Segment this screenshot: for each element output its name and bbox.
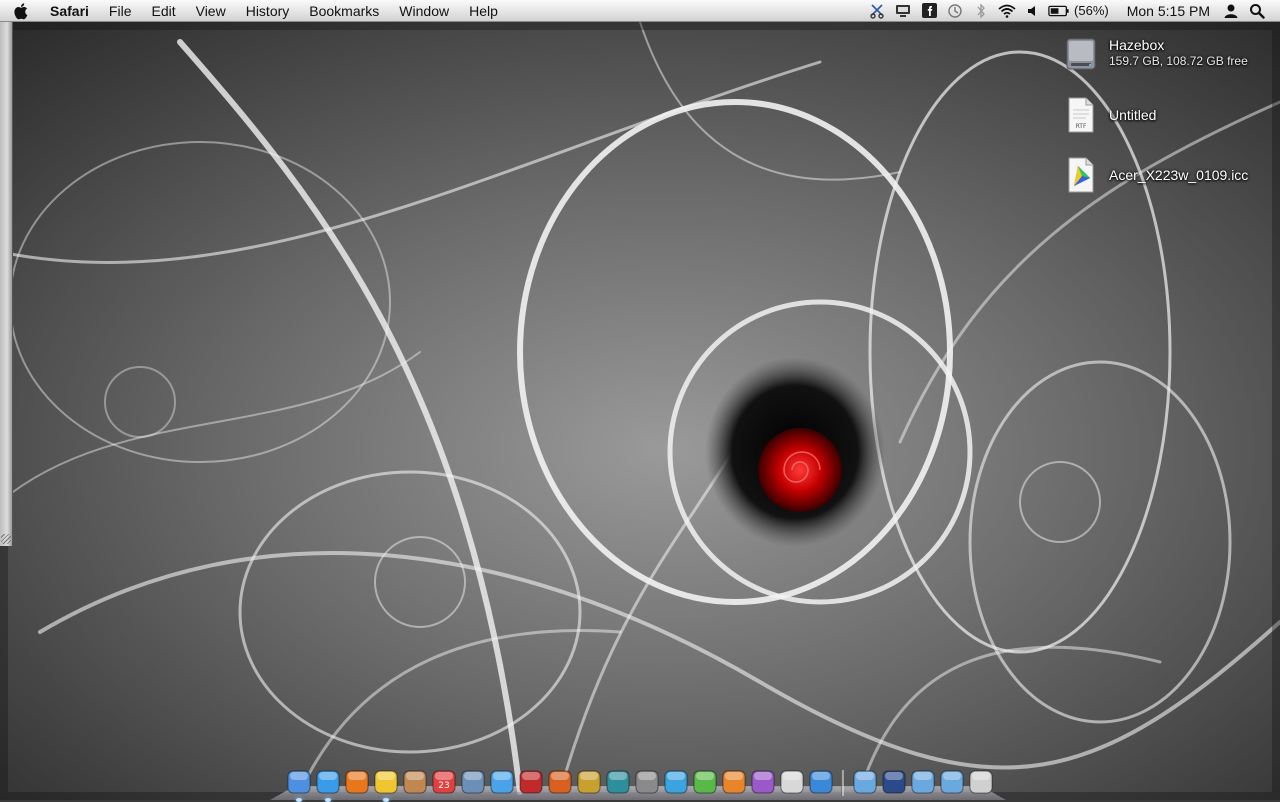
dock-items: 23 <box>284 764 996 802</box>
bluetooth-icon[interactable] <box>970 0 992 22</box>
menu-file[interactable]: File <box>99 0 142 22</box>
display-icon[interactable] <box>892 0 914 22</box>
running-indicator <box>324 798 331 802</box>
installer-icon <box>809 770 832 793</box>
finder-icon <box>287 770 310 793</box>
photo-booth-icon <box>548 770 571 793</box>
battery-level <box>1050 7 1059 14</box>
address-book-icon <box>403 770 426 793</box>
spotlight-search-icon[interactable] <box>1246 0 1268 22</box>
word-icon <box>664 770 687 793</box>
battery-icon[interactable] <box>1048 0 1070 22</box>
desktop-item-untitled[interactable]: RTF Untitled <box>1066 96 1156 134</box>
desktop-item-label[interactable]: Untitled <box>1109 106 1156 124</box>
desktop-item-icc-profile[interactable]: Acer_X223w_0109.icc <box>1066 156 1248 194</box>
rtf-badge: RTF <box>1076 123 1087 130</box>
menu-bookmarks[interactable]: Bookmarks <box>299 0 389 22</box>
dock-app-adium[interactable] <box>371 767 400 802</box>
dock-app-dashboard[interactable] <box>574 767 603 796</box>
background-window-edge[interactable] <box>0 22 13 546</box>
dock-app-entourage[interactable] <box>748 767 777 796</box>
menu-help[interactable]: Help <box>459 0 508 22</box>
facebook-icon[interactable] <box>918 0 940 22</box>
menu-view[interactable]: View <box>186 0 236 22</box>
running-indicator <box>295 798 302 802</box>
menu-bar: Safari File Edit View History Bookmarks … <box>0 0 1280 22</box>
screen-icon <box>882 770 905 793</box>
dock-stack-screen-sharing[interactable] <box>879 767 908 796</box>
dock-stack-downloads[interactable] <box>937 767 966 796</box>
dock-separator <box>841 770 844 796</box>
dock-stack-applications[interactable] <box>850 767 879 796</box>
menu-history[interactable]: History <box>236 0 300 22</box>
status-area: (56%) Mon 5:15 PM <box>864 0 1280 22</box>
dock-app-system-preferences[interactable] <box>632 767 661 796</box>
calendar-icon: 23 <box>432 770 455 793</box>
user-icon[interactable] <box>1220 0 1242 22</box>
dock-stack-trash[interactable] <box>966 767 995 796</box>
time-machine-icon[interactable] <box>944 0 966 22</box>
safari-icon <box>316 770 339 793</box>
calendar-date: 23 <box>438 781 449 791</box>
dock-app-ical[interactable]: 23 <box>429 767 458 796</box>
system-preferences-icon <box>635 770 658 793</box>
dashboard-icon <box>577 770 600 793</box>
dock-app-finder[interactable] <box>284 767 313 802</box>
downloads-folder-icon <box>940 770 963 793</box>
dock-app-address-book[interactable] <box>400 767 429 796</box>
hard-drive-icon[interactable] <box>1066 36 1096 74</box>
desktop-item-label[interactable]: Hazebox <box>1109 36 1248 54</box>
menu-edit[interactable]: Edit <box>141 0 185 22</box>
dock-app-itunes[interactable] <box>487 767 516 796</box>
dock-app-front-row[interactable] <box>516 767 545 796</box>
resize-grip[interactable] <box>1 534 11 544</box>
preview-icon <box>780 770 803 793</box>
apple-logo-icon[interactable] <box>14 2 34 20</box>
time-machine-icon <box>606 770 629 793</box>
volume-icon[interactable] <box>1022 0 1044 22</box>
desktop-wallpaper <box>0 22 1280 800</box>
clock[interactable]: Mon 5:15 PM <box>1127 3 1210 19</box>
menu-app-name[interactable]: Safari <box>40 0 99 22</box>
entourage-icon <box>751 770 774 793</box>
running-indicator <box>382 798 389 802</box>
dock-app-firefox[interactable] <box>342 767 371 796</box>
front-row-icon <box>519 770 542 793</box>
dock-app-safari[interactable] <box>313 767 342 802</box>
duck-icon <box>374 770 397 793</box>
excel-icon <box>693 770 716 793</box>
trash-icon <box>969 770 992 793</box>
dock-app-photo-booth[interactable] <box>545 767 574 796</box>
dock-app-time-machine[interactable] <box>603 767 632 796</box>
applications-folder-icon <box>853 770 876 793</box>
dock-app-word[interactable] <box>661 767 690 796</box>
dock: 23 <box>270 760 1006 802</box>
menu-window[interactable]: Window <box>389 0 459 22</box>
powerpoint-icon <box>722 770 745 793</box>
desktop-item-hazebox[interactable]: Hazebox 159.7 GB, 108.72 GB free <box>1066 36 1248 74</box>
documents-folder-icon <box>911 770 934 793</box>
iphoto-icon <box>461 770 484 793</box>
dock-app-iphoto[interactable] <box>458 767 487 796</box>
rtf-document-icon[interactable]: RTF <box>1066 96 1096 134</box>
desktop-item-label[interactable]: Acer_X223w_0109.icc <box>1109 166 1248 184</box>
color-profile-icon[interactable] <box>1066 156 1096 194</box>
battery-percent[interactable]: (56%) <box>1074 3 1109 18</box>
dock-stack-documents[interactable] <box>908 767 937 796</box>
dock-app-installer[interactable] <box>806 767 835 796</box>
dock-app-excel[interactable] <box>690 767 719 796</box>
dock-app-powerpoint[interactable] <box>719 767 748 796</box>
wifi-icon[interactable] <box>996 0 1018 22</box>
itunes-icon <box>490 770 513 793</box>
scissors-icon[interactable] <box>866 0 888 22</box>
dock-app-preview[interactable] <box>777 767 806 796</box>
firefox-icon <box>345 770 368 793</box>
disk-capacity: 159.7 GB, 108.72 GB free <box>1109 54 1248 68</box>
